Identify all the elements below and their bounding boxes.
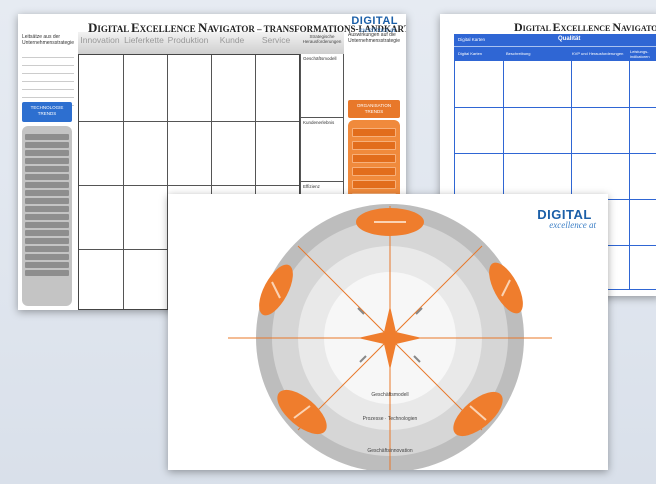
row-kundenerlebnis: Kundenerlebnis (300, 118, 344, 182)
technology-trends-box: TECHNOLOGIE TRENDS (22, 102, 72, 122)
strategy-guidelines-column: Leitsätze aus der Unternehmensstrategie (22, 34, 74, 106)
qualitaet-header: Digital Karten Qualität (454, 34, 656, 46)
header-qualitaet: Qualität (558, 36, 581, 42)
column-header-produktion: Produktion (167, 35, 209, 45)
column-header-lieferkette: Lieferkette (124, 35, 164, 45)
subheader-kvp: KVP und Herausforderungen (572, 51, 624, 56)
subheader-leistungsindikatoren: Leistungs-indikatoren (630, 49, 650, 59)
kompass-sheet: DIGITAL excellence at Geschäftsmodell Pr… (168, 194, 608, 470)
column-header-service: Service (261, 35, 291, 45)
strategy-impact-label: Auswirkungen auf die Unternehmensstrateg… (348, 32, 400, 44)
label-geschaeftsinnovation: Geschäftsinnovation (367, 448, 413, 454)
label-geschaeftsmodell: Geschäftsmodell (371, 392, 408, 398)
column-header-innovation: Innovation (80, 35, 120, 45)
transformation-compass-diagram: Geschäftsmodell Prozesse · Technologien … (228, 204, 552, 470)
row-geschaeftsmodell: Geschäftsmodell (300, 54, 344, 118)
strategy-impact-column: Auswirkungen auf die Unternehmensstrateg… (348, 32, 402, 44)
qualitaet-title: DIGITAL EXCELLENCE NAVIGATOR – TRANSFORM (514, 20, 656, 34)
qualitaet-subheader: Digital Karten Beschreibung KVP und Hera… (454, 46, 656, 61)
header-digital-karten: Digital Karten (458, 37, 486, 42)
column-header-kunde: Kunde (219, 35, 245, 45)
strategy-guidelines-label: Leitsätze aus der Unternehmensstrategie (22, 34, 74, 46)
subheader-digital-karten: Digital Karten (458, 51, 483, 56)
technology-trends-panel (22, 126, 72, 306)
strategic-challenges-header: Strategische Herausforderungen (300, 32, 344, 54)
subheader-beschreibung: Beschreibung (506, 51, 531, 56)
label-prozesse-technologien: Prozesse · Technologien (363, 416, 418, 422)
guideline-lines (22, 50, 74, 106)
organisation-trends-box: ORGANISATION TRENDS (348, 100, 400, 118)
